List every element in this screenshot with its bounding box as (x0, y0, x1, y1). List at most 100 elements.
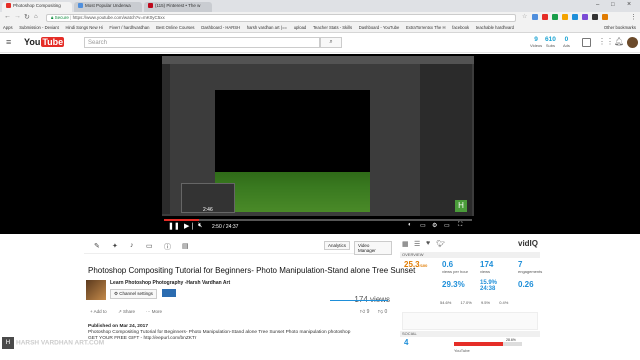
subtitles-icon[interactable]: ▤ (182, 242, 189, 250)
forward-icon[interactable]: → (14, 13, 21, 20)
like-button[interactable]: 👍︎ 9 (360, 309, 369, 315)
volume-muted-icon[interactable]: 🔇︎ (198, 222, 202, 230)
actions-row: + Add to ↗ Share ··· More 👍︎ 9 👎︎ 0 (88, 309, 394, 319)
tab-pinterest[interactable]: (115) Pinterest • The w (144, 2, 212, 12)
extension-icon[interactable] (532, 14, 538, 20)
edit-pencil-icon[interactable]: ✎ (94, 242, 100, 250)
reload-icon[interactable]: ↻ (24, 13, 30, 21)
list-icon[interactable]: ☰ (414, 240, 420, 248)
autoplay-toggle[interactable]: ◐ (408, 222, 412, 228)
close-window-button[interactable]: × (627, 1, 631, 8)
settings-gear-icon[interactable]: ⚙ (432, 222, 437, 229)
description-gift: GET YOUR FREE GIFT - http://eepurl.com/b… (88, 336, 197, 341)
youtube-header: ≡ You Tube Search ⌕ 9 Videos 610 Subs 0 Ads … (0, 33, 640, 53)
url-text: https://www.youtube.com/watch?v=mK0yC5xx (72, 14, 165, 20)
bookmark-item[interactable]: teachable hardhvard (476, 25, 514, 30)
youtube-logo[interactable]: You Tube (24, 37, 65, 47)
video-title: Photoshop Compositing Tutorial for Begin… (88, 266, 416, 275)
url-field[interactable]: 🔒︎ Secure | https://www.youtube.com/watc… (46, 13, 516, 22)
apps-grid-icon[interactable]: ⋮⋮ (598, 37, 614, 46)
tab-photoshop-compositing[interactable]: Photoshop Compositing (2, 2, 72, 12)
other-bookmarks[interactable]: Other bookmarks (604, 25, 636, 30)
stat-subs: 610 Subs (545, 36, 556, 48)
video-manager-button[interactable]: Video Manager (354, 241, 392, 255)
extension-icon[interactable] (592, 14, 598, 20)
score-sub: /100 (419, 263, 428, 268)
extension-icon[interactable] (602, 14, 608, 20)
dislike-button[interactable]: 👎︎ 0 (378, 309, 387, 315)
bookmark-item[interactable]: upload (294, 25, 307, 30)
metric-views-per-hour: 0.6 views per hour (442, 260, 469, 274)
analytics-button[interactable]: Analytics (324, 241, 351, 250)
extension-icon[interactable] (542, 14, 548, 20)
secure-lock-icon: 🔒︎ (51, 14, 54, 20)
extension-icon[interactable] (572, 14, 578, 20)
minimize-button[interactable]: – (596, 2, 599, 8)
bookmarks-bar: Apps Submission - Deviant Hindi Songs Ne… (0, 23, 640, 33)
bookmark-item[interactable]: facebook (452, 25, 469, 30)
channel-name[interactable]: Learn Photoshop Photography -Harsh Vardh… (110, 280, 230, 286)
twitter-icon[interactable]: 🐦︎ (436, 240, 445, 248)
heart-icon[interactable]: ♥ (426, 240, 430, 247)
bookmark-item[interactable]: Submission - Deviant (19, 25, 59, 30)
captions-icon[interactable]: ▭ (420, 222, 426, 229)
account-avatar[interactable] (627, 37, 638, 48)
menu-kebab-icon[interactable]: ⋮ (630, 13, 637, 21)
grid-icon[interactable]: ▦ (402, 240, 409, 248)
home-icon[interactable]: ⌂ (34, 14, 38, 20)
extension-icon[interactable] (582, 14, 588, 20)
channel-settings-label: Channel settings (119, 291, 153, 296)
address-bar-row: ← → ↻ ⌂ 🔒︎ Secure | https://www.youtube.… (0, 12, 640, 23)
next-icon[interactable]: ▶❘ (184, 222, 195, 230)
social-header: SOCIAL (400, 331, 540, 337)
channel-avatar[interactable] (86, 280, 106, 300)
bookmark-star-icon[interactable]: ☆ (522, 13, 527, 20)
watermark-text: HARSH VARDHAN ART.COM (16, 339, 105, 347)
fullscreen-icon[interactable]: ⛶ (458, 222, 462, 229)
extension-icon[interactable] (562, 14, 568, 20)
bookmark-item[interactable]: Hindi Songs New Hi (65, 25, 102, 30)
theater-mode-icon[interactable]: ▭ (444, 222, 450, 229)
stat-ads: 0 Ads (563, 36, 570, 48)
pinterest-favicon-icon (148, 3, 153, 9)
bookmark-item[interactable]: Teacher Stats - Skills (313, 25, 352, 30)
channel-row: Learn Photoshop Photography -Harsh Vardh… (86, 280, 392, 304)
upload-icon[interactable] (582, 38, 591, 47)
cards-icon[interactable]: ⓘ (164, 242, 171, 252)
tab-most-popular[interactable]: Most Popular Underwa (74, 2, 142, 12)
social-count: 4 (404, 338, 409, 347)
channel-settings-button[interactable]: ⚙ Channel settings (110, 289, 157, 299)
bookmark-item[interactable]: Dashboard - YouTube (359, 25, 400, 30)
time-display: 2:50 / 24:37 (212, 224, 239, 230)
guide-menu-icon[interactable]: ≡ (6, 37, 11, 47)
tab-label: Most Popular Underwa (85, 3, 131, 8)
bookmark-item[interactable]: Dashboard - HARSH (201, 25, 240, 30)
bookmark-item[interactable]: Apps (3, 25, 13, 30)
maximize-button[interactable]: □ (611, 2, 615, 8)
bookmark-item[interactable]: harsh vardhan art (== (247, 25, 287, 30)
audio-icon[interactable]: ♪ (130, 242, 134, 249)
vidiq-logo: vidIQ (518, 239, 539, 248)
notifications-bell-icon[interactable]: 🔔︎ (614, 37, 624, 46)
enhancements-wand-icon[interactable]: ✦ (112, 242, 118, 250)
social-share-bar (454, 342, 522, 346)
play-pause-icon[interactable]: ❚❚ (168, 222, 180, 230)
search-button[interactable]: ⌕ (320, 37, 342, 48)
search-icon: ⌕ (329, 39, 333, 45)
vidiq-score: 25.3/100 (404, 260, 427, 269)
metric-views: 174 views (480, 260, 494, 274)
add-to-button[interactable]: + Add to (90, 309, 107, 314)
bookmark-item[interactable]: ExtraTorrentxx The H (406, 25, 446, 30)
channel-watermark-icon: H (455, 200, 467, 212)
share-button[interactable]: ↗ Share (118, 309, 135, 315)
sentiment-bar (330, 300, 388, 301)
bookmark-item[interactable]: Best Online Courses (156, 25, 194, 30)
bookmark-item[interactable]: Fiverr / hardhvardhan (109, 25, 149, 30)
extension-icon[interactable] (552, 14, 558, 20)
annotations-icon[interactable]: ▭ (146, 242, 153, 250)
browser-tab-strip: Photoshop Compositing Most Popular Under… (0, 0, 640, 12)
creator-tools-row: ✎ ✦ ♪ ▭ ⓘ ▤ Analytics Video Manager (84, 238, 392, 255)
more-button[interactable]: ··· More (146, 309, 162, 314)
search-input[interactable]: Search (84, 37, 320, 48)
back-icon[interactable]: ← (4, 13, 11, 20)
